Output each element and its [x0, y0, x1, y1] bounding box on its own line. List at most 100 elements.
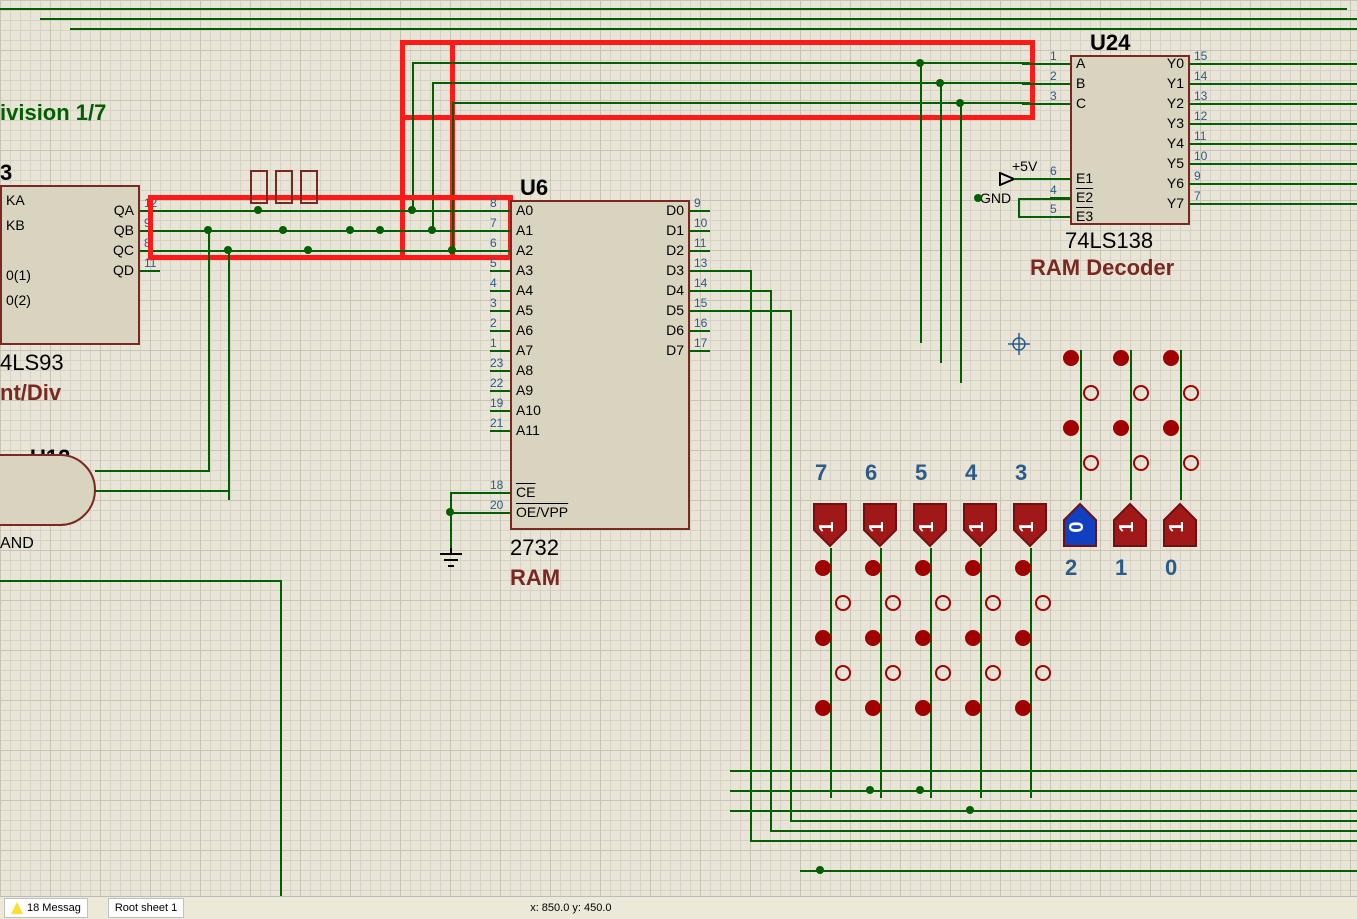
logic-state[interactable]: 1	[860, 500, 900, 550]
wire	[750, 270, 752, 840]
logic-state[interactable]: 1	[960, 500, 1000, 550]
pin-number: 21	[490, 416, 503, 430]
junction	[916, 786, 924, 794]
logic-state[interactable]: 1	[1160, 500, 1200, 550]
wire	[800, 870, 1357, 872]
pin-number: 9	[694, 196, 701, 210]
probe-dot	[835, 665, 851, 681]
probe[interactable]	[300, 170, 318, 204]
pin-label: A7	[516, 342, 533, 358]
probe-dot	[1163, 420, 1179, 436]
wire	[930, 548, 932, 798]
wire	[730, 810, 1357, 812]
pin-number: 6	[490, 236, 497, 250]
pin-number: 13	[1194, 89, 1207, 103]
pin-label: A6	[516, 322, 533, 338]
logic-state[interactable]: 1	[910, 500, 950, 550]
wire	[1022, 83, 1070, 85]
u6-ref: U6	[520, 175, 548, 201]
pin-number: 13	[694, 256, 707, 270]
junction	[428, 226, 436, 234]
probe-dot	[815, 560, 831, 576]
ground-symbol	[438, 548, 464, 575]
gate-u12[interactable]	[0, 450, 110, 530]
probe-dot	[865, 700, 881, 716]
probe[interactable]	[250, 170, 268, 204]
pin-label: A11	[516, 422, 540, 438]
pin-stub	[690, 350, 710, 352]
pin-stub	[1190, 63, 1210, 65]
probe[interactable]	[275, 170, 293, 204]
pin-label: Y0	[1167, 55, 1184, 71]
logic-state[interactable]: 1	[1010, 500, 1050, 550]
u6-part: 2732	[510, 535, 559, 561]
svg-text:0: 0	[1066, 521, 1088, 532]
pin-label: Y5	[1167, 155, 1184, 171]
pin-stub	[690, 250, 710, 252]
wire	[70, 28, 1357, 30]
pin-stub	[490, 290, 510, 292]
wire	[920, 63, 922, 343]
wire	[452, 102, 1030, 104]
probe-dot	[885, 665, 901, 681]
bit-label: 0	[1165, 555, 1177, 581]
pin-number: 1	[490, 336, 497, 350]
pin-label: Y2	[1167, 95, 1184, 111]
logic-state[interactable]: 1	[810, 500, 850, 550]
probe-dot	[1015, 560, 1031, 576]
probe-dot	[1035, 665, 1051, 681]
wire	[450, 492, 452, 552]
logic-state[interactable]: 0	[1060, 500, 1100, 550]
cursor-crosshair-icon	[1008, 333, 1030, 360]
wire	[40, 18, 1357, 20]
pin-stub	[1190, 83, 1210, 85]
probe-dot	[1015, 630, 1031, 646]
pin-label: Y1	[1167, 75, 1184, 91]
pin-stub	[490, 350, 510, 352]
bit-label: 1	[1115, 555, 1127, 581]
junction	[376, 226, 384, 234]
pin-stub	[490, 230, 510, 232]
pin-label: A10	[516, 402, 541, 418]
pin-stub	[690, 330, 710, 332]
u24-part: 74LS138	[1065, 228, 1153, 254]
wire	[1180, 350, 1182, 500]
wire	[1210, 143, 1357, 145]
chip-u6[interactable]	[510, 200, 690, 530]
pin-label: Y6	[1167, 175, 1184, 191]
probe-dot	[1083, 385, 1099, 401]
wire	[1210, 63, 1357, 65]
probe-dot	[935, 665, 951, 681]
pin-label: Y7	[1167, 195, 1184, 211]
probe-dot	[965, 560, 981, 576]
wire	[450, 492, 510, 494]
pin-number: 7	[490, 216, 497, 230]
wire	[1080, 350, 1082, 500]
probe-dot	[1133, 455, 1149, 471]
schematic-canvas[interactable]: ivision 1/7 3 4LS93 nt/Div KAKB0(1)0(2) …	[0, 0, 1357, 919]
probe-dot	[915, 560, 931, 576]
pin-label: A1	[516, 222, 533, 238]
pin-number: 17	[694, 336, 707, 350]
pin-number: 2	[1050, 69, 1057, 83]
status-messages[interactable]: 18 Messag	[4, 898, 88, 918]
pin-label: C	[1076, 95, 1086, 111]
status-sheet[interactable]: Root sheet 1	[108, 898, 184, 918]
pin-number: 14	[1194, 69, 1207, 83]
wire	[830, 548, 832, 798]
pin-stub	[1190, 143, 1210, 145]
wire	[790, 310, 792, 820]
pin-label: B	[1076, 75, 1085, 91]
junction	[974, 194, 982, 202]
wire	[0, 8, 1347, 10]
logic-state[interactable]: 1	[1110, 500, 1150, 550]
pin-number: 11	[694, 236, 706, 250]
pin-number: 16	[694, 316, 707, 330]
pin-label: D4	[666, 282, 684, 298]
pin-label: QC	[113, 242, 134, 258]
u3-ref: 3	[0, 160, 12, 186]
pin-label: CE	[516, 484, 535, 500]
junction	[446, 508, 454, 516]
probe-dot	[1063, 420, 1079, 436]
pin-label: D6	[666, 322, 684, 338]
